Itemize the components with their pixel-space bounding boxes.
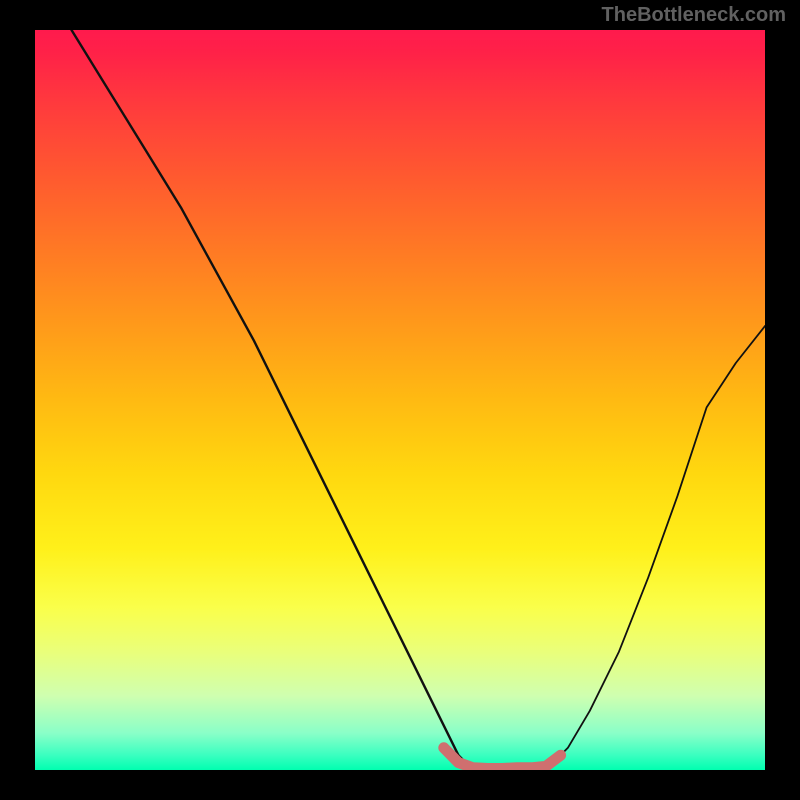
flat-band-path bbox=[444, 748, 561, 769]
curve-right-path bbox=[546, 326, 765, 770]
curve-left-path bbox=[72, 30, 474, 770]
curves-svg bbox=[35, 30, 765, 770]
plot-area bbox=[35, 30, 765, 770]
watermark-text: TheBottleneck.com bbox=[602, 4, 786, 27]
